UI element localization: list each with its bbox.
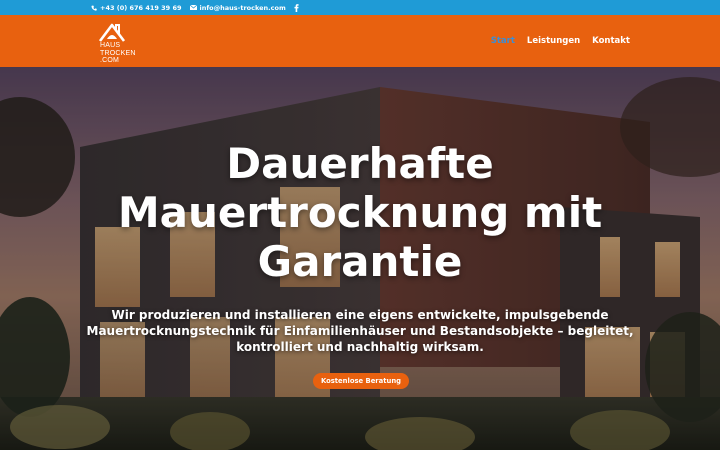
house-logo-icon (98, 23, 126, 42)
phone-link[interactable]: +43 (0) 676 419 39 69 (91, 4, 182, 12)
main-nav: Start Leistungen Kontakt (491, 36, 630, 46)
logo-wordmark: HAUS TROCKEN .COM (100, 42, 136, 65)
logo-line-2: TROCKEN (100, 49, 136, 57)
email-address: info@haus-trocken.com (199, 3, 286, 12)
nav-item-kontakt[interactable]: Kontakt (592, 36, 630, 46)
facebook-link[interactable] (294, 3, 299, 12)
hero-section: Dauerhafte Mauertrocknung mit Garantie W… (0, 67, 720, 450)
logo-line-3: .COM (100, 57, 120, 64)
hero-content: Dauerhafte Mauertrocknung mit Garantie W… (0, 67, 720, 450)
email-icon (189, 5, 197, 10)
site-logo[interactable]: HAUS TROCKEN .COM (96, 20, 140, 64)
hero-subtitle: Wir produzieren und installieren eine ei… (86, 308, 634, 354)
logo-line-1: HAUS (100, 42, 121, 49)
site-header: HAUS TROCKEN .COM Start Leistungen Konta… (0, 15, 720, 67)
nav-item-leistungen[interactable]: Leistungen (527, 36, 580, 46)
facebook-icon (294, 3, 299, 12)
phone-number: +43 (0) 676 419 39 69 (100, 3, 182, 12)
top-bar: +43 (0) 676 419 39 69 info@haus-trocken.… (0, 0, 720, 15)
hero-title: Dauerhafte Mauertrocknung mit Garantie (117, 139, 603, 286)
free-consultation-button[interactable]: Kostenlose Beratung (313, 373, 409, 389)
phone-icon (91, 5, 97, 11)
nav-item-start[interactable]: Start (491, 36, 515, 46)
email-link[interactable]: info@haus-trocken.com (189, 3, 286, 12)
